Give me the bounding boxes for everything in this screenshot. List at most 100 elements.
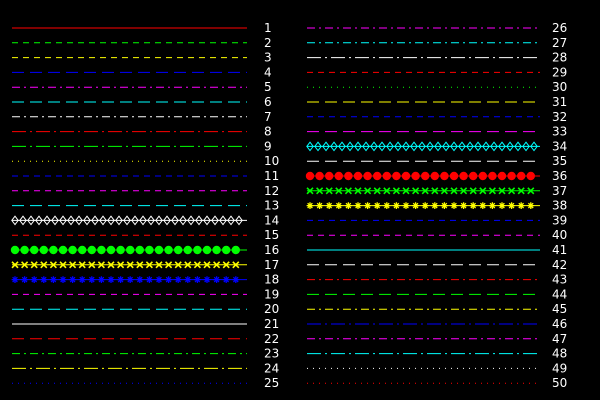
marker-star <box>98 276 105 283</box>
marker-star <box>393 202 400 209</box>
marker-circle <box>116 245 125 255</box>
marker-circle <box>58 245 68 255</box>
marker-star <box>50 276 57 283</box>
marker-circle <box>49 245 58 255</box>
line-number-label: 9 <box>264 139 272 153</box>
marker-circle <box>20 245 29 255</box>
marker-circle <box>421 171 430 181</box>
line-number-label: 45 <box>552 302 567 316</box>
line-number-label: 11 <box>264 169 279 183</box>
line-number-label: 46 <box>552 317 567 331</box>
background <box>0 0 600 400</box>
line-number-label: 25 <box>264 376 279 390</box>
line-number-label: 30 <box>552 80 567 94</box>
marker-star <box>126 276 134 283</box>
marker-star <box>345 202 352 209</box>
marker-star <box>412 202 419 209</box>
line-number-label: 1 <box>264 21 272 35</box>
marker-star <box>306 202 314 209</box>
marker-circle <box>231 245 240 255</box>
marker-star <box>117 276 124 283</box>
marker-circle <box>344 171 353 181</box>
marker-star <box>69 276 76 283</box>
line-number-label: 39 <box>552 213 567 227</box>
marker-circle <box>145 245 154 255</box>
line-number-label: 48 <box>552 347 567 361</box>
marker-star <box>203 276 211 283</box>
marker-circle <box>353 171 363 181</box>
line-number-label: 47 <box>552 332 567 346</box>
line-number-label: 36 <box>552 169 567 183</box>
marker-circle <box>174 245 183 255</box>
marker-circle <box>126 245 135 255</box>
line-number-label: 23 <box>264 347 279 361</box>
marker-star <box>88 276 96 283</box>
marker-circle <box>193 245 202 255</box>
line-number-label: 28 <box>552 51 567 65</box>
marker-circle <box>401 171 411 181</box>
line-number-label: 20 <box>264 302 279 316</box>
marker-circle <box>68 245 77 255</box>
marker-circle <box>449 171 459 181</box>
line-number-label: 2 <box>264 36 272 50</box>
line-number-label: 40 <box>552 228 567 242</box>
marker-circle <box>325 171 334 181</box>
marker-star <box>78 276 86 283</box>
line-number-label: 26 <box>552 21 567 35</box>
marker-star <box>450 202 458 209</box>
marker-star <box>21 276 28 283</box>
line-number-label: 7 <box>264 110 272 124</box>
marker-star <box>508 202 515 209</box>
marker-circle <box>78 245 87 255</box>
marker-circle <box>222 245 231 255</box>
marker-star <box>354 202 362 209</box>
marker-star <box>498 202 506 209</box>
marker-circle <box>183 245 192 255</box>
marker-circle <box>154 245 164 255</box>
marker-star <box>165 276 172 283</box>
line-number-label: 16 <box>264 243 279 257</box>
line-number-label: 34 <box>552 139 567 153</box>
marker-circle <box>212 245 221 255</box>
line-number-label: 49 <box>552 361 567 375</box>
marker-circle <box>334 171 343 181</box>
marker-circle <box>39 245 48 255</box>
line-number-label: 6 <box>264 95 272 109</box>
marker-star <box>40 276 48 283</box>
line-number-label: 12 <box>264 184 279 198</box>
line-number-label: 33 <box>552 125 567 139</box>
marker-star <box>460 202 467 209</box>
marker-circle <box>315 171 324 181</box>
marker-star <box>136 276 144 283</box>
marker-star <box>184 276 192 283</box>
line-number-label: 14 <box>264 213 279 227</box>
marker-circle <box>469 171 478 181</box>
line-number-label: 19 <box>264 287 279 301</box>
line-number-label: 35 <box>552 154 567 168</box>
line-number-label: 27 <box>552 36 567 50</box>
marker-circle <box>87 245 97 255</box>
line-number-label: 44 <box>552 287 567 301</box>
marker-circle <box>164 245 173 255</box>
marker-star <box>527 202 535 209</box>
marker-circle <box>202 245 212 255</box>
line-number-label: 31 <box>552 95 567 109</box>
marker-circle <box>526 171 535 181</box>
marker-circle <box>392 171 401 181</box>
line-number-label: 43 <box>552 273 567 287</box>
line-style-sample-panel: 1234567891011121314151617181920212223242… <box>0 0 600 400</box>
line-number-label: 32 <box>552 110 567 124</box>
marker-star <box>316 202 323 209</box>
line-number-label: 18 <box>264 273 279 287</box>
line-number-label: 38 <box>552 199 567 213</box>
marker-star <box>232 276 240 283</box>
marker-star <box>146 276 153 283</box>
marker-circle <box>411 171 420 181</box>
marker-star <box>441 202 448 209</box>
marker-circle <box>478 171 487 181</box>
line-number-label: 13 <box>264 199 279 213</box>
line-number-label: 10 <box>264 154 279 168</box>
marker-star <box>213 276 220 283</box>
marker-circle <box>10 245 20 255</box>
marker-circle <box>507 171 516 181</box>
